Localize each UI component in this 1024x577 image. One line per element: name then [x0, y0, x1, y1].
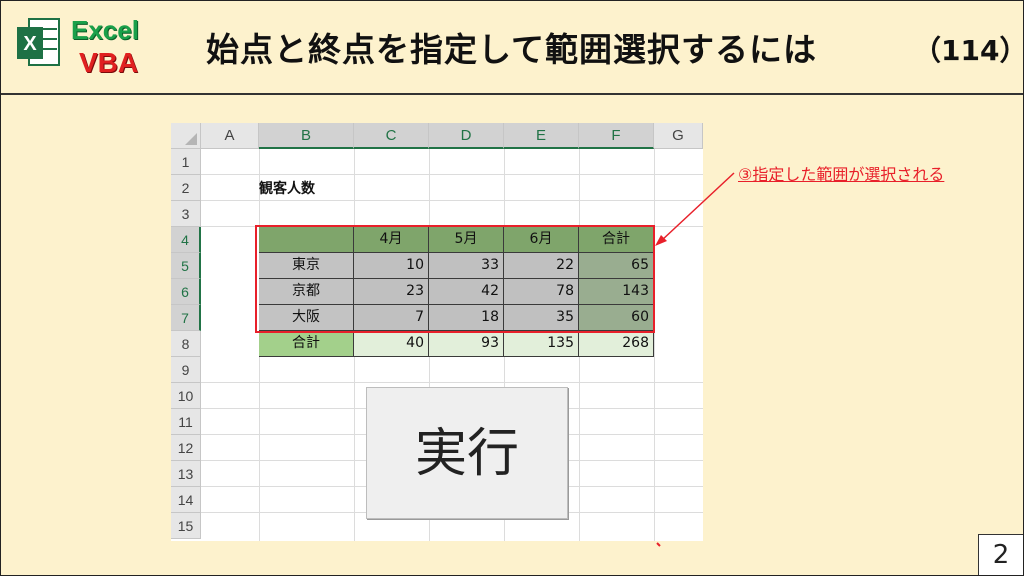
slide: X Excel VBA 始点と終点を指定して範囲選択するには （114） A B… [0, 0, 1024, 576]
page-number: 2 [978, 534, 1023, 575]
column-header-c[interactable]: C [354, 123, 429, 149]
column-header-b[interactable]: B [259, 123, 354, 149]
table-row-label[interactable]: 合計 [259, 331, 354, 357]
column-header-a[interactable]: A [201, 123, 259, 149]
row-header-10[interactable]: 10 [171, 383, 201, 409]
slide-header: X Excel VBA 始点と終点を指定して範囲選択するには （114） [1, 1, 1024, 95]
row-header-13[interactable]: 13 [171, 461, 201, 487]
column-header-d[interactable]: D [429, 123, 504, 149]
run-button[interactable]: 実行 [366, 387, 568, 519]
gridline [201, 174, 703, 175]
gridline [201, 200, 703, 201]
select-all-corner[interactable] [171, 123, 201, 149]
row-header-8[interactable]: 8 [171, 331, 201, 357]
gridline [654, 149, 655, 541]
row-header-7[interactable]: 7 [171, 305, 201, 331]
svg-text:X: X [23, 33, 37, 55]
column-header-f[interactable]: F [579, 123, 654, 149]
lesson-number: （114） [913, 34, 1024, 67]
row-header-1[interactable]: 1 [171, 149, 201, 175]
row-header-6[interactable]: 6 [171, 279, 201, 305]
logo-word-excel: Excel [71, 15, 139, 45]
row-header-12[interactable]: 12 [171, 435, 201, 461]
gridline [201, 382, 703, 383]
row-header-4[interactable]: 4 [171, 227, 201, 253]
row-header-5[interactable]: 5 [171, 253, 201, 279]
row-header-15[interactable]: 15 [171, 513, 201, 539]
annotation-callout: ③指定した範囲が選択される [738, 165, 945, 184]
column-header-g[interactable]: G [654, 123, 703, 149]
row-header-9[interactable]: 9 [171, 357, 201, 383]
row-header-2[interactable]: 2 [171, 175, 201, 201]
table-cell[interactable]: 40 [354, 331, 429, 357]
row-header-11[interactable]: 11 [171, 409, 201, 435]
table-cell[interactable]: 93 [429, 331, 504, 357]
excel-vba-logo: X Excel VBA [11, 9, 151, 85]
selected-range-highlight [255, 225, 655, 333]
sheet-caption[interactable]: 観客人数 [259, 178, 315, 198]
table-cell[interactable]: 268 [579, 331, 654, 357]
table-cell[interactable]: 135 [504, 331, 579, 357]
column-header-e[interactable]: E [504, 123, 579, 149]
row-header-14[interactable]: 14 [171, 487, 201, 513]
logo-word-vba: VBA [79, 47, 139, 78]
row-header-3[interactable]: 3 [171, 201, 201, 227]
page-title: 始点と終点を指定して範囲選択するには [206, 30, 818, 69]
